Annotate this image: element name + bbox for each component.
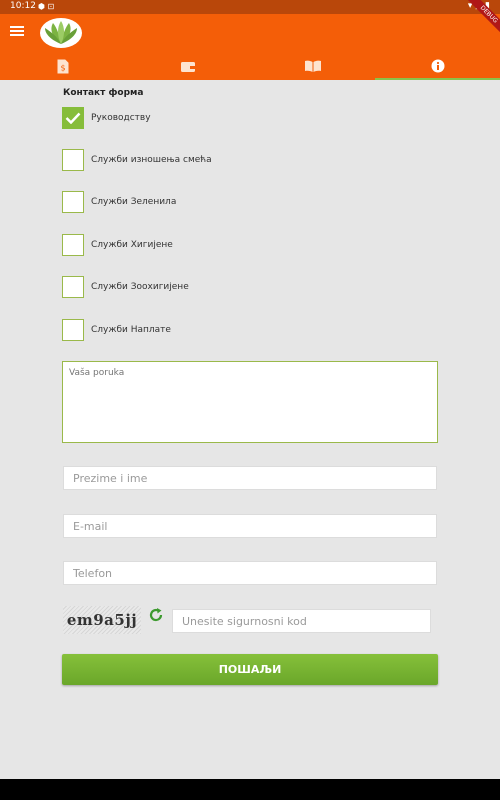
checkbox-label: Служби изношења смећа (91, 155, 212, 165)
system-nav-bar (0, 779, 500, 800)
dollar-document-icon: $ (57, 59, 68, 73)
refresh-icon[interactable] (148, 607, 164, 623)
name-input[interactable] (63, 466, 437, 490)
debug-label: DEBUG (462, 0, 500, 41)
captcha-image: em9a5jj (63, 606, 141, 634)
checkbox-row-waste[interactable]: Служби изношења смећа (62, 149, 212, 171)
checkbox-hygiene[interactable] (62, 234, 84, 256)
wallet-icon (180, 61, 195, 72)
captcha-input[interactable] (172, 609, 431, 633)
checkbox-row-zoohygiene[interactable]: Служби Зоохигијене (62, 276, 189, 298)
checkbox-label: Руководству (91, 113, 151, 123)
checkbox-label: Служби Зеленила (91, 197, 177, 207)
checkbox-row-hygiene[interactable]: Служби Хигијене (62, 234, 173, 256)
tab-bar: $ (0, 52, 500, 80)
tab-book[interactable] (250, 52, 375, 80)
checkbox-management[interactable] (62, 107, 84, 129)
checkbox-row-billing[interactable]: Служби Наплате (62, 319, 171, 341)
checkbox-label: Служби Наплате (91, 325, 171, 335)
checkbox-label: Служби Хигијене (91, 240, 173, 250)
app-logo (40, 18, 82, 48)
status-time: 10:12 (10, 1, 36, 11)
message-textarea[interactable] (62, 361, 438, 443)
svg-text:$: $ (60, 63, 65, 72)
submit-button[interactable]: ПОШАЉИ (62, 654, 438, 685)
checkbox-greenery[interactable] (62, 191, 84, 213)
checkbox-row-greenery[interactable]: Служби Зеленила (62, 191, 176, 213)
debug-banner: DEBUG (450, 0, 500, 50)
form-title: Контакт форма (63, 88, 144, 98)
leaf-logo-icon (45, 21, 77, 44)
checkbox-zoohygiene[interactable] (62, 276, 84, 298)
checkbox-waste[interactable] (62, 149, 84, 171)
checkbox-label: Служби Зоохигијене (91, 282, 189, 292)
tab-wallet[interactable] (125, 52, 250, 80)
book-icon (304, 60, 321, 72)
notification-icons: ⬢ ⊡ (38, 2, 55, 11)
tab-payments[interactable]: $ (0, 52, 125, 80)
captcha-text: em9a5jj (66, 611, 138, 629)
status-bar: 10:12 ⬢ ⊡ ▾ ◢ ▮ (0, 0, 500, 14)
email-input[interactable] (63, 514, 437, 538)
checkbox-row-management[interactable]: Руководству (62, 107, 151, 129)
hamburger-menu-icon[interactable] (10, 26, 24, 38)
checkmark-icon (65, 112, 81, 124)
phone-input[interactable] (63, 561, 437, 585)
info-icon (431, 59, 444, 73)
tab-info[interactable] (375, 52, 500, 80)
app-bar: DEBUG (0, 0, 500, 52)
checkbox-billing[interactable] (62, 319, 84, 341)
